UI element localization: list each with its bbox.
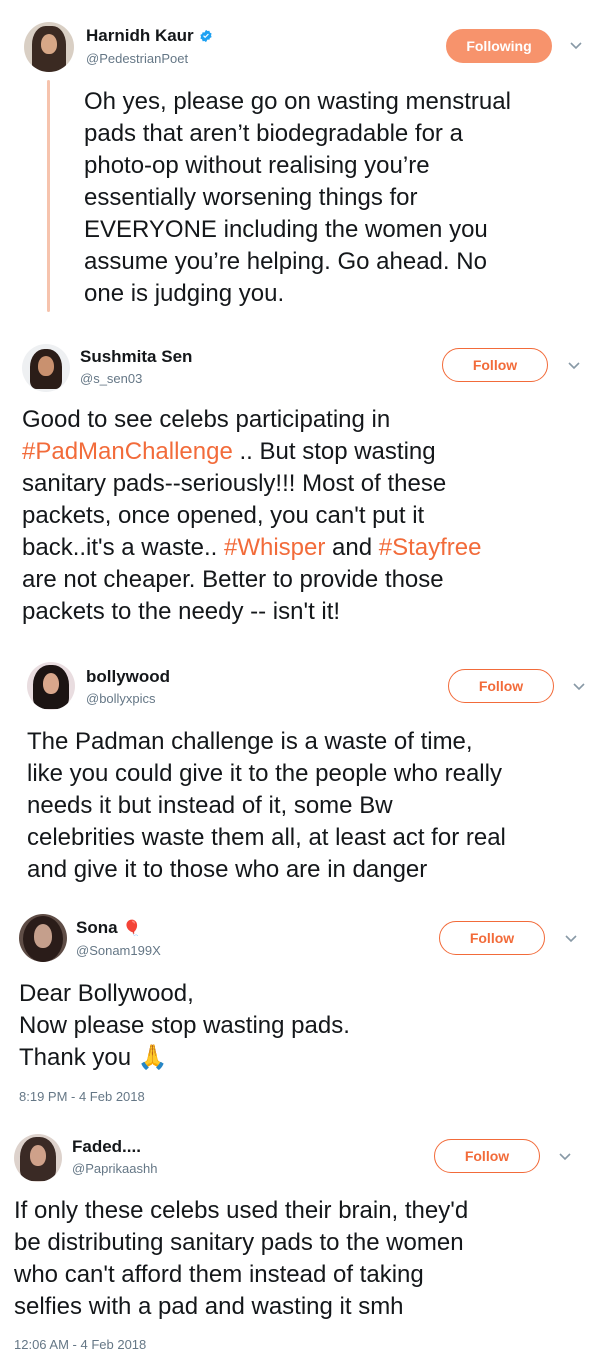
chevron-down-icon[interactable] (568, 362, 580, 370)
tweet-text-line: who can't afford them instead of taking (14, 1261, 424, 1288)
tweet-card: Sushmita Sen @s_sen03 Follow Good to see… (0, 330, 611, 650)
tweet-card: Harnidh Kaur @PedestrianPoet Following O… (0, 0, 611, 330)
tweet-text-line: back..it's a waste.. #Whisper and #Stayf… (22, 532, 602, 564)
user-handle[interactable]: @bollyxpics (86, 691, 156, 706)
chevron-down-icon[interactable] (570, 42, 582, 50)
display-name[interactable]: bollywood (86, 667, 170, 687)
tweet-text-line: be distributing sanitary pads to the wom… (14, 1229, 464, 1256)
follow-button[interactable]: Follow (434, 1139, 540, 1173)
tweet-text: If only these celebs used their brain, t… (14, 1195, 604, 1323)
hashtag-link[interactable]: #Stayfree (379, 534, 482, 561)
tweet-text-line: essentially worsening things for (84, 184, 418, 211)
tweet-text-line: one is judging you. (84, 280, 285, 307)
hashtag-link[interactable]: #PadManChallenge (22, 438, 233, 465)
follow-button[interactable]: Follow (442, 348, 548, 382)
tweet-text-line: like you could give it to the people who… (27, 760, 502, 787)
tweet-text-line: Thank you 🙏 (19, 1042, 599, 1074)
user-handle[interactable]: @Sonam199X (76, 943, 161, 958)
thread-line (47, 80, 50, 312)
user-handle[interactable]: @PedestrianPoet (86, 51, 188, 66)
user-handle[interactable]: @Paprikaashh (72, 1161, 157, 1176)
tweet-text-line: Now please stop wasting pads. (19, 1012, 350, 1039)
tweet-text-line: and give it to those who are in danger (27, 856, 428, 883)
avatar[interactable] (24, 22, 74, 72)
tweet-text-line: Oh yes, please go on wasting menstrual (84, 88, 511, 115)
tweet-text-span: and (325, 534, 379, 561)
display-name[interactable]: Faded.... (72, 1137, 141, 1157)
tweet-card: Sona 🎈 @Sonam199X Follow Dear Bollywood,… (0, 900, 611, 1120)
tweet-text: The Padman challenge is a waste of time,… (27, 726, 607, 886)
tweet-card: Faded.... @Paprikaashh Follow If only th… (0, 1124, 611, 1364)
tweet-text-line: selfies with a pad and wasting it smh (14, 1293, 404, 1320)
display-name[interactable]: Harnidh Kaur (86, 26, 194, 46)
tweet-text: Oh yes, please go on wasting menstrual p… (84, 86, 604, 310)
tweet-text-line: Dear Bollywood, (19, 980, 194, 1007)
tweet-text-line: needs it but instead of it, some Bw (27, 792, 393, 819)
tweet-text-line: EVERYONE including the women you (84, 216, 488, 243)
user-handle[interactable]: @s_sen03 (80, 371, 142, 386)
tweet-text-line: are not cheaper. Better to provide those (22, 566, 444, 593)
chevron-down-icon[interactable] (559, 1153, 571, 1161)
tweet-text-line: assume you’re helping. Go ahead. No (84, 248, 487, 275)
tweet-text: Dear Bollywood, Now please stop wasting … (19, 978, 599, 1074)
tweet-text-line: packets, once opened, you can't put it (22, 502, 425, 529)
display-name[interactable]: Sona (76, 918, 118, 938)
tweet-card: bollywood @bollyxpics Follow The Padman … (0, 650, 611, 890)
avatar[interactable] (19, 914, 67, 962)
tweet-text-line: The Padman challenge is a waste of time, (27, 728, 473, 755)
tweet-text-line: If only these celebs used their brain, t… (14, 1197, 469, 1224)
tweet-text-line: sanitary pads--seriously!!! Most of thes… (22, 470, 447, 497)
avatar[interactable] (14, 1134, 62, 1182)
tweet-text-line: packets to the needy -- isn't it! (22, 598, 341, 625)
tweet-text-span: Thank you (19, 1044, 132, 1071)
tweet-text-line: pads that aren’t biodegradable for a (84, 120, 463, 147)
tweet-text-line: Good to see celebs participating in (22, 406, 391, 433)
avatar[interactable] (22, 344, 70, 392)
tweet-text-line: photo-op without realising you’re (84, 152, 430, 179)
following-button[interactable]: Following (446, 29, 552, 63)
balloon-emoji-icon: 🎈 (122, 920, 142, 937)
verified-badge-icon (200, 29, 212, 43)
follow-button[interactable]: Follow (448, 669, 554, 703)
timestamp[interactable]: 12:06 AM - 4 Feb 2018 (14, 1337, 146, 1352)
timestamp[interactable]: 8:19 PM - 4 Feb 2018 (19, 1089, 145, 1104)
folded-hands-emoji-icon: 🙏 (137, 1044, 168, 1071)
tweet-text-line: #PadManChallenge .. But stop wasting (22, 436, 602, 468)
hashtag-link[interactable]: #Whisper (224, 534, 325, 561)
avatar[interactable] (27, 662, 75, 710)
tweet-text: Good to see celebs participating in #Pad… (22, 404, 602, 628)
follow-button[interactable]: Follow (439, 921, 545, 955)
tweet-text-span: back..it's a waste.. (22, 534, 224, 561)
tweet-text-span: .. But stop wasting (232, 438, 436, 465)
display-name[interactable]: Sushmita Sen (80, 347, 192, 367)
chevron-down-icon[interactable] (565, 935, 577, 943)
chevron-down-icon[interactable] (573, 683, 585, 691)
tweet-text-line: celebrities waste them all, at least act… (27, 824, 506, 851)
